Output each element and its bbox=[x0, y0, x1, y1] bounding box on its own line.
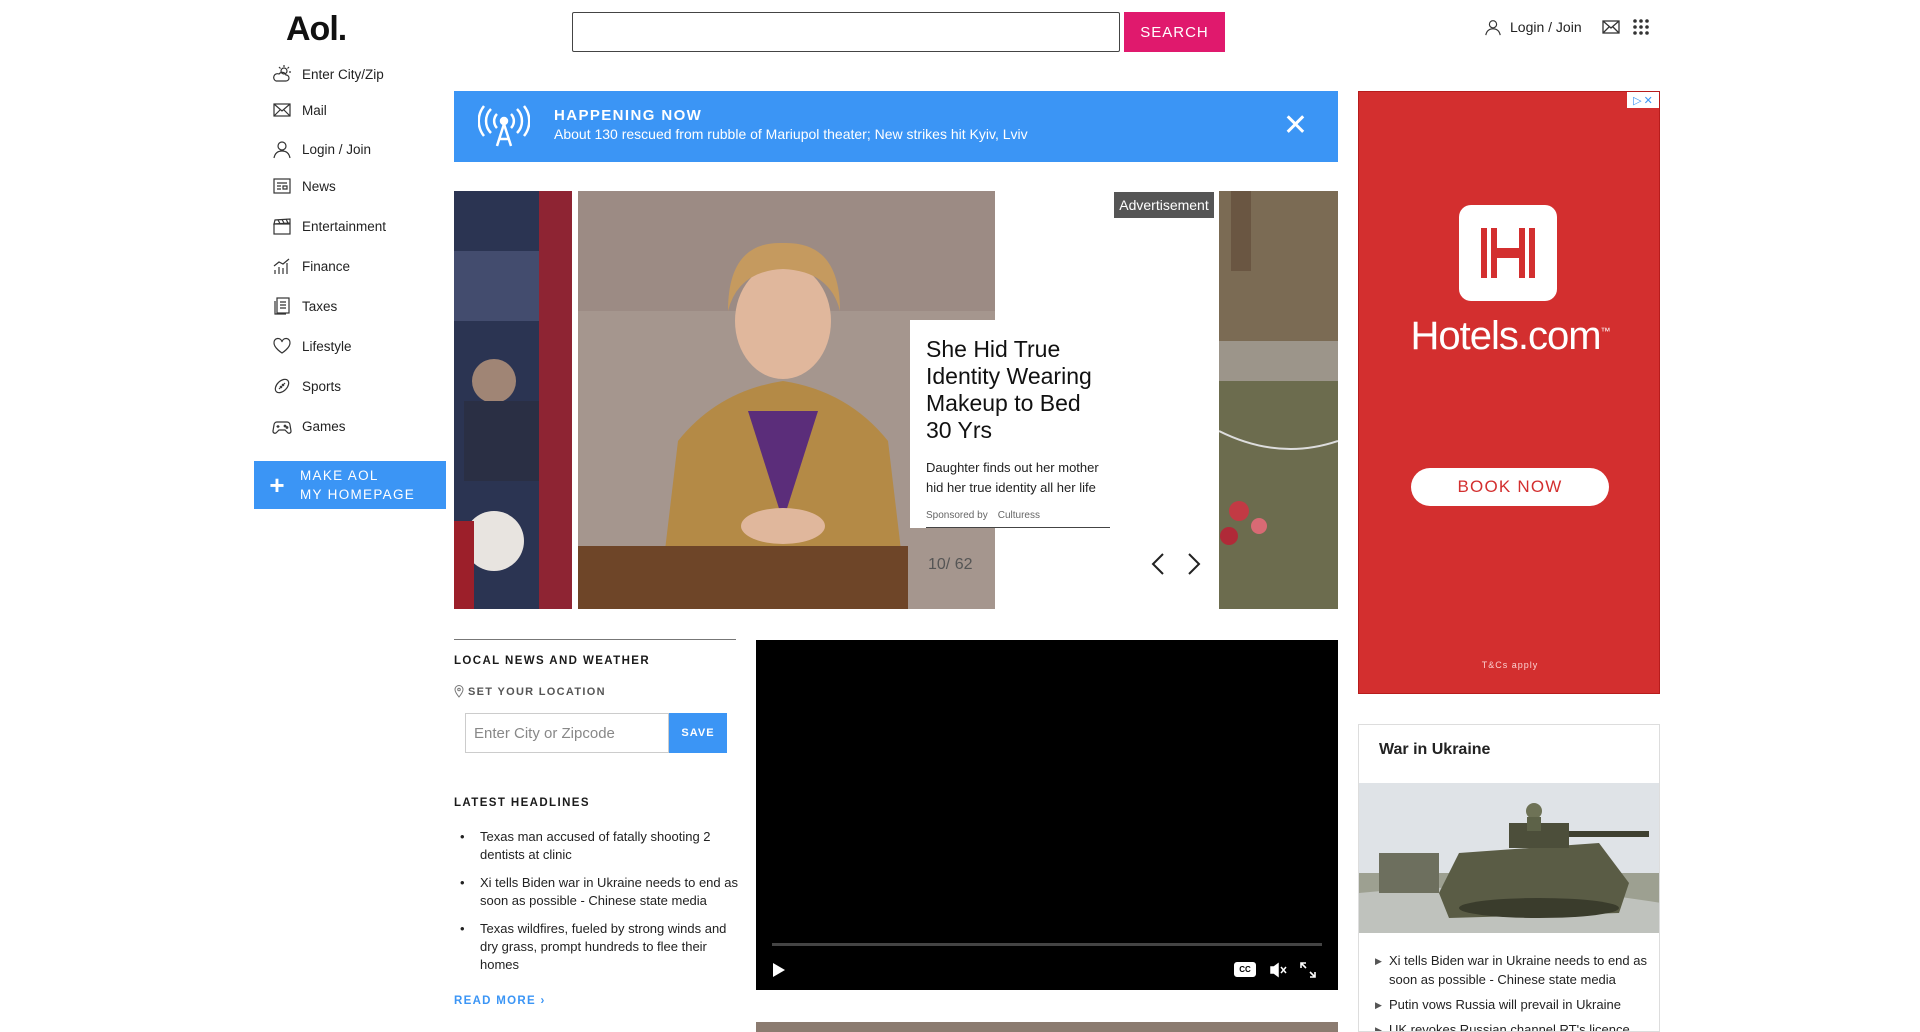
fullscreen-button[interactable] bbox=[1298, 960, 1318, 985]
apps-menu-button[interactable] bbox=[1632, 18, 1650, 41]
news-icon bbox=[273, 178, 291, 194]
war-headline-item[interactable]: Putin vows Russia will prevail in Ukrain… bbox=[1375, 995, 1657, 1015]
slide-counter: 10/ 62 bbox=[928, 556, 973, 573]
weather-icon bbox=[273, 65, 291, 82]
advertisement-label: Advertisement bbox=[1114, 192, 1214, 218]
football-icon bbox=[274, 378, 290, 394]
sidebar-item-entertainment[interactable]: Entertainment bbox=[272, 216, 386, 236]
close-icon[interactable]: ✕ bbox=[1283, 111, 1308, 141]
fullscreen-icon bbox=[1300, 962, 1316, 978]
sidebar-item-label: Sports bbox=[302, 378, 342, 394]
sidebar-item-label: Lifestyle bbox=[302, 338, 352, 354]
search-input[interactable] bbox=[572, 12, 1120, 52]
sidebar-item-label: Enter City/Zip bbox=[302, 66, 384, 82]
sidebar-item-finance[interactable]: Finance bbox=[272, 256, 350, 276]
play-button[interactable] bbox=[768, 960, 788, 985]
sponsor-line: Sponsored by Culturess bbox=[926, 510, 1110, 528]
sidebar-item-mail[interactable]: Mail bbox=[272, 100, 327, 120]
sidebar-item-games[interactable]: Games bbox=[272, 416, 346, 436]
user-icon bbox=[273, 141, 291, 159]
grid-icon bbox=[1633, 19, 1649, 35]
set-location-link[interactable]: SET YOUR LOCATION bbox=[454, 685, 606, 698]
slide-prev-button[interactable] bbox=[1150, 552, 1168, 581]
mute-button[interactable] bbox=[1268, 960, 1288, 985]
zipcode-input[interactable]: Enter City or Zipcode bbox=[465, 713, 669, 753]
local-news-title: LOCAL NEWS AND WEATHER bbox=[454, 655, 651, 667]
plus-icon: + bbox=[269, 469, 285, 500]
next-article-image[interactable] bbox=[756, 1022, 1338, 1032]
chevron-right-icon bbox=[1188, 553, 1201, 575]
slide-image-next[interactable] bbox=[1219, 191, 1338, 609]
search-button[interactable]: SEARCH bbox=[1124, 12, 1225, 52]
video-progress-bar[interactable] bbox=[772, 943, 1322, 946]
sidebar-item-label: Finance bbox=[302, 258, 351, 274]
headline-item[interactable]: Xi tells Biden war in Ukraine needs to e… bbox=[460, 874, 744, 910]
document-icon bbox=[274, 297, 290, 315]
heart-icon bbox=[273, 337, 291, 354]
sidebar-item-sports[interactable]: Sports bbox=[272, 376, 341, 396]
headline-item[interactable]: Texas man accused of fatally shooting 2 … bbox=[460, 828, 744, 864]
sponsor-name[interactable]: Culturess bbox=[998, 510, 1040, 521]
sidebar-item-weather[interactable]: Enter City/Zip bbox=[272, 64, 384, 84]
sidebar-item-taxes[interactable]: Taxes bbox=[272, 296, 337, 316]
save-location-button[interactable]: SAVE bbox=[669, 713, 727, 753]
muted-speaker-icon bbox=[1270, 962, 1287, 978]
slide-image-prev[interactable] bbox=[454, 191, 572, 609]
happening-title: HAPPENING NOW bbox=[554, 107, 703, 124]
chart-icon bbox=[273, 258, 290, 274]
war-headline-item[interactable]: UK revokes Russian channel RT's licence bbox=[1375, 1020, 1657, 1031]
hotels-brand: Hotels.com™ bbox=[1410, 314, 1610, 358]
hotels-logo-icon bbox=[1459, 205, 1557, 301]
read-more-link[interactable]: READ MORE › bbox=[454, 995, 546, 1007]
chevron-left-icon bbox=[1151, 553, 1164, 575]
terms-text: T&Cs apply bbox=[1481, 660, 1539, 670]
sidebar-item-label: Mail bbox=[302, 102, 327, 118]
slide-next-button[interactable] bbox=[1184, 552, 1202, 581]
hotels-ad[interactable]: ▷ ✕ Hotels.com™ BOOK NOW T&Cs apply bbox=[1358, 91, 1660, 694]
location-pin-icon bbox=[454, 685, 464, 698]
play-icon bbox=[773, 963, 785, 977]
headlines-list: Texas man accused of fatally shooting 2 … bbox=[454, 828, 744, 984]
slide-description: Daughter finds out her mother hid her tr… bbox=[926, 460, 1099, 495]
video-player[interactable]: CC bbox=[756, 640, 1338, 990]
sidebar-item-label: Entertainment bbox=[302, 218, 387, 234]
adchoices-icon[interactable]: ▷ ✕ bbox=[1627, 92, 1659, 108]
make-homepage-button[interactable]: + MAKE AOL MY HOMEPAGE bbox=[254, 461, 446, 509]
happening-now-banner[interactable]: HAPPENING NOW About 130 rescued from rub… bbox=[454, 91, 1338, 162]
sidebar-item-label: News bbox=[302, 178, 336, 194]
aol-logo[interactable]: Aol. bbox=[286, 10, 347, 49]
war-card-image[interactable] bbox=[1359, 783, 1659, 933]
latest-headlines-title: LATEST HEADLINES bbox=[454, 797, 590, 809]
sidebar-item-news[interactable]: News bbox=[272, 176, 336, 196]
closed-captions-button[interactable]: CC bbox=[1234, 962, 1256, 977]
header-login-link[interactable]: Login / Join bbox=[1484, 18, 1582, 36]
slide-headline[interactable]: She Hid True Identity Wearing Makeup to … bbox=[926, 336, 1110, 444]
mail-icon bbox=[1602, 20, 1620, 34]
sidebar-item-login[interactable]: Login / Join bbox=[272, 139, 371, 159]
header-mail-button[interactable] bbox=[1602, 20, 1620, 39]
sidebar-item-label: Login / Join bbox=[302, 141, 372, 157]
gamepad-icon bbox=[272, 421, 292, 434]
book-now-button[interactable]: BOOK NOW bbox=[1411, 468, 1609, 506]
sidebar-item-label: Games bbox=[302, 418, 346, 434]
section-divider bbox=[454, 639, 736, 640]
sidebar-item-label: Taxes bbox=[302, 298, 338, 314]
make-homepage-label: MAKE AOL MY HOMEPAGE bbox=[300, 468, 416, 502]
happening-text[interactable]: About 130 rescued from rubble of Mariupo… bbox=[554, 126, 1028, 142]
broadcast-icon bbox=[477, 105, 531, 154]
war-headlines-list: Xi tells Biden war in Ukraine needs to e… bbox=[1375, 951, 1657, 1031]
war-headline-item[interactable]: Xi tells Biden war in Ukraine needs to e… bbox=[1375, 951, 1657, 989]
slide-caption[interactable]: She Hid True Identity Wearing Makeup to … bbox=[910, 320, 1126, 528]
headline-item[interactable]: Texas wildfires, fueled by strong winds … bbox=[460, 920, 744, 974]
clapper-icon bbox=[273, 218, 291, 235]
war-card-title[interactable]: War in Ukraine bbox=[1379, 741, 1490, 759]
sidebar-item-lifestyle[interactable]: Lifestyle bbox=[272, 336, 352, 356]
user-icon bbox=[1485, 20, 1501, 36]
mail-icon bbox=[273, 103, 291, 117]
header-login-label: Login / Join bbox=[1510, 19, 1582, 35]
war-in-ukraine-card: War in Ukraine Xi tells Biden war in Ukr… bbox=[1358, 724, 1660, 1032]
